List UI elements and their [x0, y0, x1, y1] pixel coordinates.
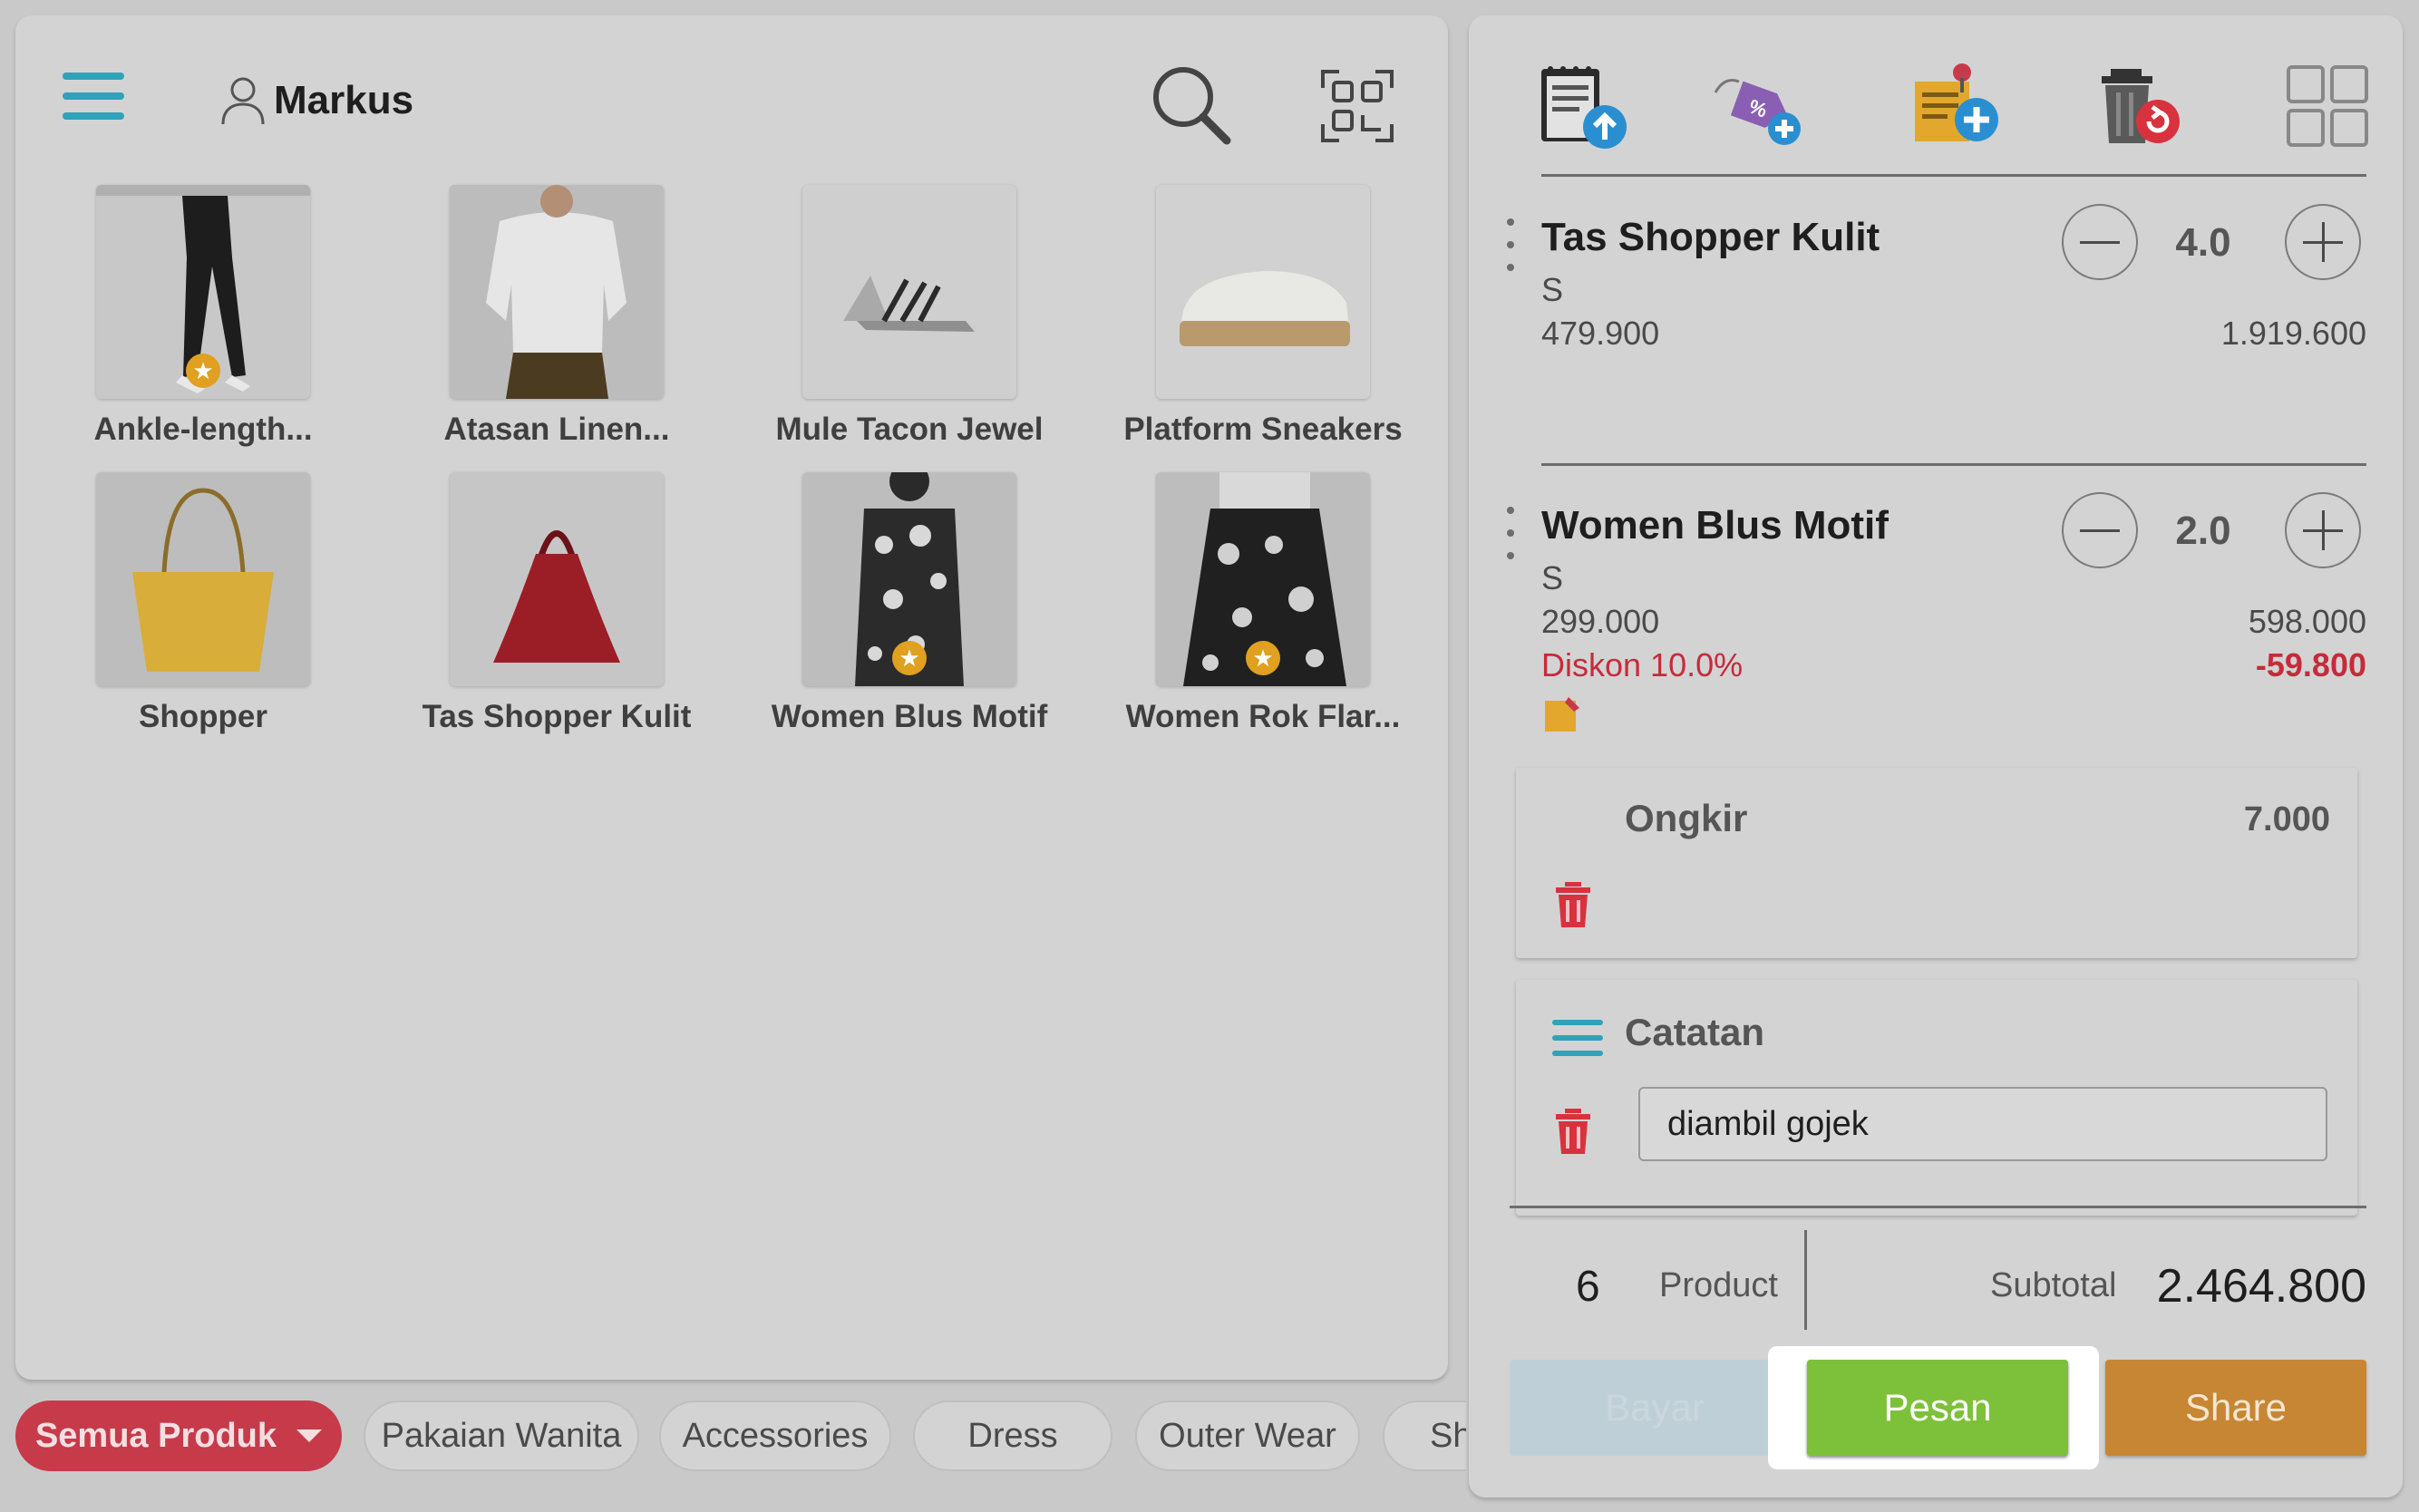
category-label: Semua Produk	[34, 1416, 277, 1455]
shipping-label: Ongkir	[1625, 797, 1748, 839]
category-label: Pakaian Wanita	[381, 1416, 622, 1455]
search-icon[interactable]	[1147, 61, 1238, 151]
discount-value: -59.800	[2255, 646, 2366, 683]
menu-icon[interactable]	[63, 73, 124, 120]
order-upload-icon[interactable]	[1532, 56, 1632, 156]
divider	[1541, 463, 2366, 466]
order-button[interactable]: Pesan	[1807, 1360, 2068, 1456]
drag-handle-icon[interactable]	[1507, 218, 1514, 271]
note-label: Catatan	[1625, 1011, 1765, 1053]
divider	[1541, 174, 2366, 177]
category-sh[interactable]: Sh	[1383, 1401, 1466, 1471]
item-unit-price: 479.900	[1541, 315, 1660, 352]
chevron-down-icon	[296, 1430, 323, 1442]
product-image	[1156, 185, 1370, 399]
notes-icon	[1552, 1020, 1603, 1056]
category-label: Sh	[1430, 1416, 1466, 1455]
product-image	[450, 472, 664, 686]
product-name: Mule Tacon Jewel	[775, 412, 1044, 447]
increase-quantity-button[interactable]	[2285, 492, 2361, 568]
grid-view-icon[interactable]	[2278, 56, 2377, 156]
product-name: Shopper	[139, 699, 267, 734]
divider	[1510, 1206, 2366, 1208]
note-input[interactable]	[1638, 1087, 2327, 1161]
category-accessories[interactable]: Accessories	[659, 1401, 891, 1471]
shipping-value: 7.000	[2243, 800, 2330, 838]
discount-label: Diskon 10.0%	[1541, 646, 1744, 683]
product-image: ★	[802, 472, 1016, 686]
user-account[interactable]: Markus	[219, 73, 413, 128]
category-pakaian-wanita[interactable]: Pakaian Wanita	[364, 1401, 639, 1471]
item-unit-price: 299.000	[1541, 603, 1660, 640]
product-panel: Markus ★ Ankle-length... Atasan Linen...…	[15, 15, 1448, 1380]
top-bar: Markus	[15, 15, 1448, 174]
product-image: ★	[1156, 472, 1370, 686]
product-tile[interactable]: Atasan Linen...	[389, 185, 670, 457]
product-tile[interactable]: ★ Women Blus Motif	[742, 472, 1047, 744]
product-count-label: Product	[1659, 1266, 1778, 1304]
item-line-total: 1.919.600	[2220, 315, 2366, 352]
product-name: Atasan Linen...	[443, 412, 670, 447]
product-image	[450, 185, 664, 399]
featured-star-icon: ★	[186, 354, 220, 388]
product-image	[96, 472, 310, 686]
category-bar: Semua Produk Pakaian Wanita Accessories …	[15, 1401, 1466, 1473]
product-tile[interactable]: Mule Tacon Jewel	[742, 185, 1044, 457]
note-add-icon[interactable]	[1904, 56, 2004, 156]
category-label: Dress	[967, 1416, 1058, 1455]
category-outer-wear[interactable]: Outer Wear	[1135, 1401, 1360, 1471]
product-image	[802, 185, 1016, 399]
order-summary: 6 Product Subtotal 2.464.800	[1469, 1221, 2403, 1357]
user-icon	[221, 77, 265, 125]
product-name: Platform Sneakers	[1123, 412, 1403, 447]
increase-quantity-button[interactable]	[2285, 204, 2361, 280]
item-variant: S	[1541, 559, 1564, 596]
pay-button[interactable]: Bayar	[1510, 1360, 1800, 1456]
product-image: ★	[96, 185, 310, 399]
trash-restore-icon[interactable]	[2093, 56, 2192, 156]
shipping-card: Ongkir 7.000	[1516, 768, 2357, 958]
drag-handle-icon[interactable]	[1507, 507, 1514, 559]
featured-star-icon: ★	[1246, 641, 1280, 675]
featured-star-icon: ★	[892, 641, 927, 675]
item-name: Women Blus Motif	[1541, 503, 1889, 548]
category-dress[interactable]: Dress	[913, 1401, 1112, 1471]
product-tile[interactable]: Platform Sneakers	[1095, 185, 1403, 457]
item-note-icon[interactable]	[1543, 695, 1581, 733]
subtotal-label: Subtotal	[1990, 1266, 2117, 1304]
product-tile[interactable]: Tas Shopper Kulit	[389, 472, 691, 744]
product-name: Women Blus Motif	[771, 699, 1048, 734]
decrease-quantity-button[interactable]	[2062, 204, 2138, 280]
divider	[1804, 1230, 1807, 1330]
item-quantity[interactable]: 4.0	[2153, 220, 2253, 266]
share-button[interactable]: Share	[2105, 1360, 2366, 1456]
cart-panel: % Tas Shopper Kulit S 479.900 1.919.600 …	[1469, 15, 2403, 1497]
product-name: Tas Shopper Kulit	[422, 699, 692, 734]
product-tile[interactable]: Shopper	[35, 472, 316, 744]
subtotal-value: 2.464.800	[2156, 1260, 2366, 1313]
category-label: Outer Wear	[1159, 1416, 1336, 1455]
product-tile[interactable]: ★ Women Rok Flar...	[1095, 472, 1400, 744]
category-semua-produk[interactable]: Semua Produk	[15, 1401, 342, 1471]
delete-note-icon[interactable]	[1552, 1107, 1594, 1156]
discount-tag-add-icon[interactable]: %	[1706, 56, 1806, 156]
user-name: Markus	[274, 78, 414, 122]
note-card: Catatan	[1516, 980, 2357, 1216]
decrease-quantity-button[interactable]	[2062, 492, 2138, 568]
item-quantity[interactable]: 2.0	[2153, 509, 2253, 554]
item-name: Tas Shopper Kulit	[1541, 215, 1880, 259]
product-tile[interactable]: ★ Ankle-length...	[35, 185, 316, 457]
product-count: 6	[1576, 1263, 1600, 1311]
barcode-scan-icon[interactable]	[1312, 61, 1403, 151]
item-line-total: 598.000	[2248, 603, 2366, 640]
delete-shipping-icon[interactable]	[1552, 880, 1594, 929]
product-name: Ankle-length...	[93, 412, 313, 447]
product-name: Women Rok Flar...	[1125, 699, 1401, 734]
item-variant: S	[1541, 271, 1564, 308]
category-label: Accessories	[682, 1416, 869, 1455]
